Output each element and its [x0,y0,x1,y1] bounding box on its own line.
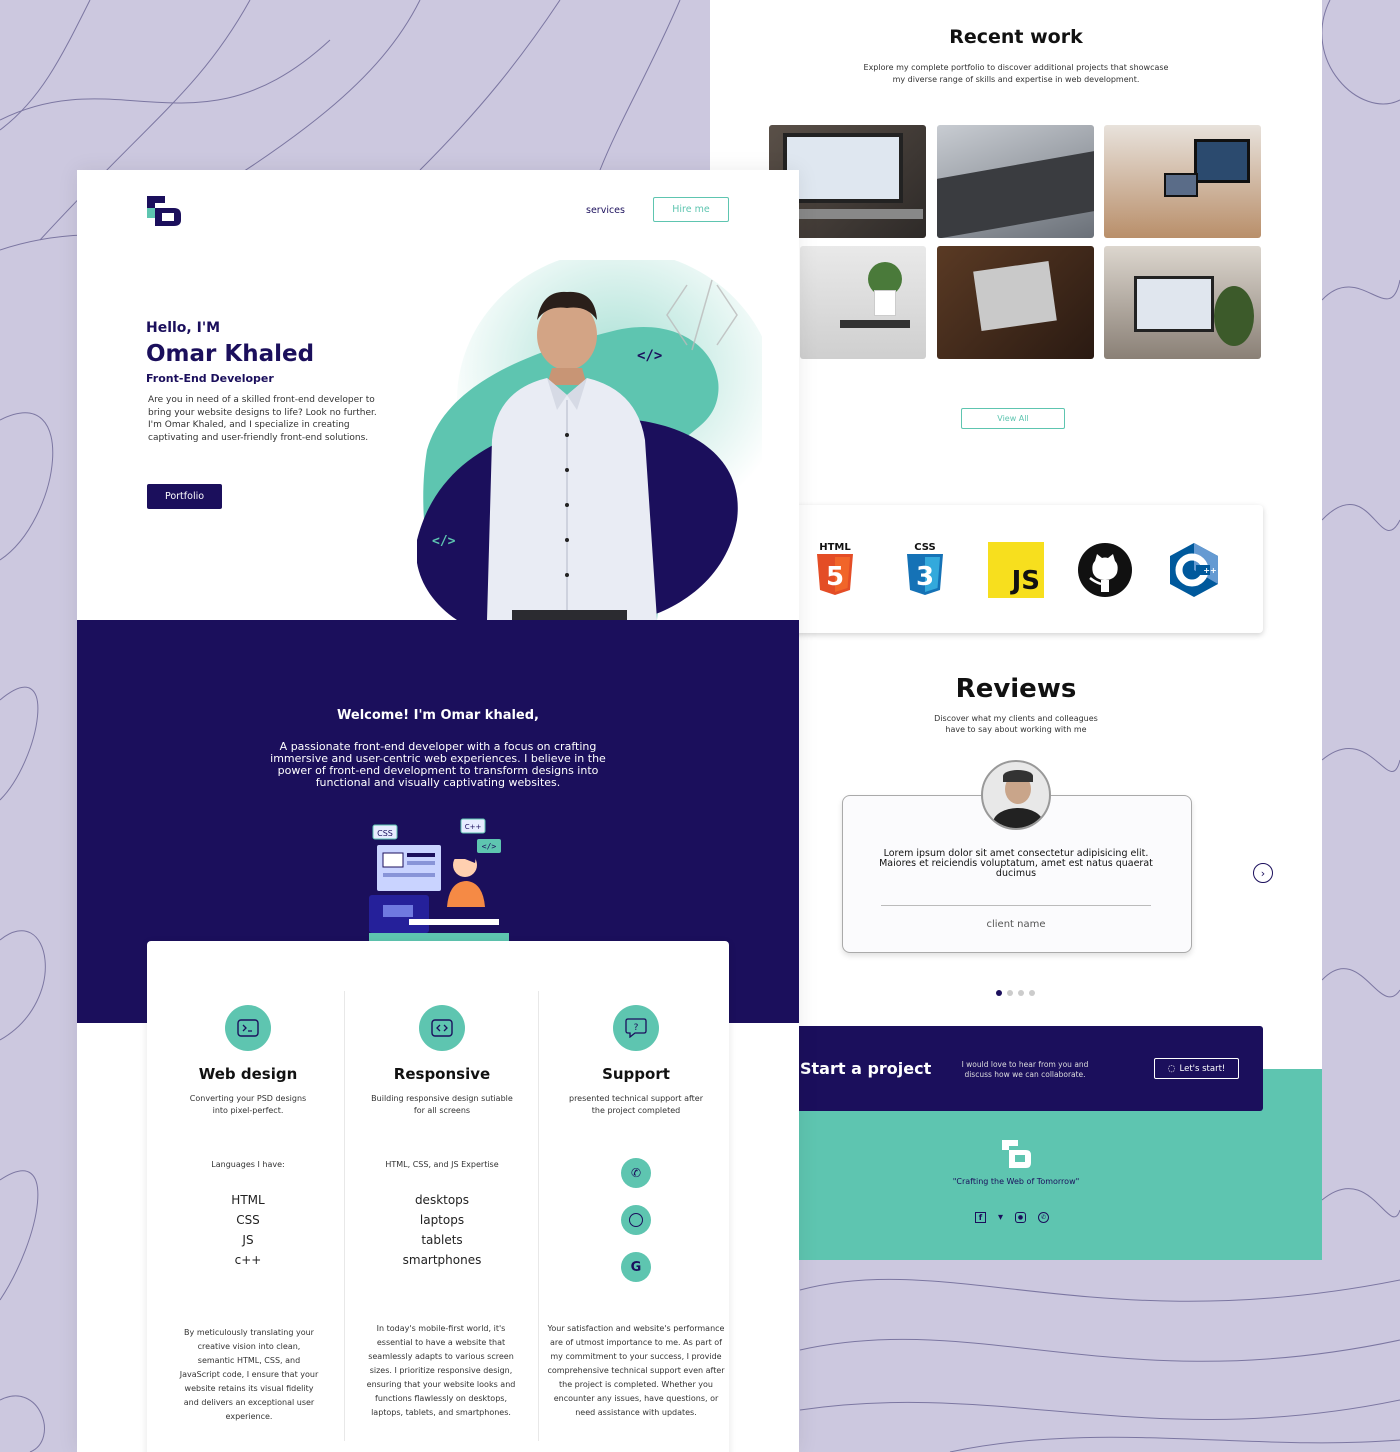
whatsapp-icon[interactable]: ✆ [1038,1212,1050,1223]
language-item: CSS [236,1213,260,1227]
carousel-dot[interactable] [1029,990,1035,996]
svg-text:3: 3 [916,562,934,592]
css-badge-label: CSS [377,829,393,838]
hero-greeting: Hello, I'M [146,320,221,336]
service-subtitle: Building responsive design sutiable for … [371,1094,513,1115]
code-icon [419,1005,465,1051]
phone-icon[interactable]: ✆ [621,1158,651,1188]
service-web-design: Web design Converting your PSD designs i… [151,1005,345,1117]
next-arrow-icon[interactable]: › [1253,863,1273,883]
project-thumbnail[interactable] [937,125,1094,238]
about-title: Welcome! I'm Omar khaled, [337,708,539,723]
site-logo-icon[interactable] [145,194,183,228]
service-title: Web design [198,1065,298,1083]
javascript-label: JS [1011,566,1040,596]
cta-title: Start a project [800,1059,932,1078]
carousel-dots [996,990,1035,996]
device-item: laptops [419,1213,465,1227]
device-item: smartphones [402,1253,482,1267]
reviewer-avatar [981,760,1051,830]
html5-icon: HTML 5 [814,540,856,598]
service-subtitle: Converting your PSD designs into pixel-p… [189,1094,307,1115]
contact-icons: ✆ G [621,1158,651,1282]
hero-description: Are you in need of a skilled front-end d… [148,395,377,443]
recent-work-description: Explore my complete portfolio to discove… [863,63,1169,84]
project-thumbnail[interactable] [800,246,926,359]
svg-text:</>: </> [637,348,662,364]
device-item: tablets [421,1233,463,1247]
service-responsive: Responsive Building responsive design su… [345,1005,539,1117]
carousel-dot[interactable] [1007,990,1013,996]
hire-me-button[interactable]: Hire me [653,197,729,222]
hero-role: Front-End Developer [146,372,274,385]
chat-icon: ◌ [1167,1063,1176,1074]
language-item: JS [242,1233,254,1247]
review-divider [881,905,1151,906]
nav-services[interactable]: services [586,205,625,216]
recent-work-title: Recent work [949,26,1083,48]
review-text: Lorem ipsum dolor sit amet consectetur a… [879,848,1153,879]
languages-heading: Languages I have: [211,1160,285,1169]
service-description: In today's mobile-first world, it's esse… [366,1324,516,1417]
google-icon[interactable]: G [621,1252,651,1282]
html5-label: HTML [819,542,851,553]
service-title: Support [602,1065,670,1083]
svg-text:</>: </> [432,534,456,549]
device-item: desktops [414,1193,470,1207]
social-links: f ▾ ● ✆ [975,1212,1050,1223]
project-thumbnail[interactable] [1104,125,1261,238]
expertise-heading: HTML, CSS, and JS Expertise [385,1160,499,1169]
devices-list: desktops laptops tablets smartphones [345,1190,539,1270]
project-thumbnail[interactable] [937,246,1094,359]
service-subtitle: presented technical support after the pr… [568,1094,704,1115]
carousel-dot[interactable] [1018,990,1024,996]
whatsapp-icon[interactable] [621,1205,651,1235]
github-icon [1077,542,1133,598]
service-description: Your satisfaction and website's performa… [547,1324,725,1417]
twitter-icon[interactable]: ▾ [998,1212,1003,1223]
cplusplus-icon: ++ [1168,541,1220,599]
svg-text:5: 5 [826,562,844,592]
service-support: ? Support presented technical support af… [539,1005,733,1117]
left-page: services Hire me Hello, I'M Omar Khaled … [77,170,799,1452]
service-description: By meticulously translating your creativ… [179,1328,319,1421]
help-chat-icon: ? [613,1005,659,1051]
developer-illustration: CSS C++ </> [369,815,509,943]
services-card: Web design Converting your PSD designs i… [147,941,729,1452]
hero-illustration: </> </> [416,250,777,620]
svg-text:?: ? [634,1023,639,1033]
about-text: A passionate front-end developer with a … [270,740,606,789]
languages-list: HTML CSS JS c++ [151,1190,345,1270]
review-client-name: client name [986,919,1046,930]
footer-logo-icon [1000,1138,1032,1170]
lets-start-button[interactable]: ◌ Let's start! [1154,1058,1239,1079]
terminal-icon [225,1005,271,1051]
cta-text: I would love to hear from you and discus… [961,1060,1089,1079]
portfolio-button[interactable]: Portfolio [147,484,222,509]
right-page: Recent work Explore my complete portfoli… [710,0,1322,1260]
language-item: HTML [231,1193,265,1207]
service-title: Responsive [393,1065,491,1083]
footer-tagline: "Crafting the Web of Tomorrow" [952,1177,1080,1186]
reviews-description: Discover what my clients and colleagues … [934,714,1098,734]
svg-text:++: ++ [1203,566,1216,575]
facebook-icon[interactable]: f [975,1212,986,1223]
language-item: c++ [234,1253,262,1267]
instagram-icon[interactable]: ● [1015,1212,1027,1223]
reviews-title: Reviews [955,674,1077,704]
css3-label: CSS [914,542,935,553]
project-thumbnail[interactable] [1104,246,1261,359]
hero-name: Omar Khaled [146,341,315,367]
css3-icon: CSS 3 [904,540,946,598]
javascript-icon: JS [988,542,1044,598]
cpp-badge-label: C++ [465,823,482,831]
carousel-dot-active[interactable] [996,990,1002,996]
lets-start-label: Let's start! [1179,1063,1226,1074]
view-all-button[interactable]: View All [961,408,1065,429]
svg-text:</>: </> [482,842,497,851]
